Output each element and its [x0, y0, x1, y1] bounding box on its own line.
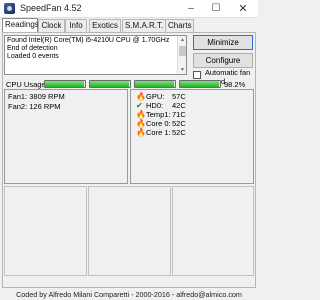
title-bar: SpeedFan 4.52 – ☐ ✕: [0, 0, 258, 18]
minimize-button[interactable]: Minimize: [193, 35, 253, 50]
check-icon: ✔: [136, 101, 143, 110]
empty-panel: [88, 186, 171, 276]
tab-clock[interactable]: Clock: [38, 19, 65, 33]
cpu-core-fill: [90, 81, 130, 87]
tab-readings[interactable]: Readings: [2, 18, 39, 33]
tab-charts[interactable]: Charts: [165, 19, 194, 33]
window-close-button[interactable]: ✕: [232, 0, 254, 18]
sensor-name: GPU:: [146, 92, 165, 101]
cpu-core-fill: [45, 81, 85, 87]
flame-icon: 🔥: [136, 110, 146, 119]
tab-strip: Readings Clock Info Exotics S.M.A.R.T. C…: [2, 18, 256, 33]
tab-smart[interactable]: S.M.A.R.T.: [122, 19, 166, 33]
sensor-name: Core 1:: [146, 128, 171, 137]
cpu-core-bar: [44, 80, 86, 88]
flame-icon: 🔥: [136, 119, 146, 128]
sensor-value: 42C: [172, 101, 186, 110]
fan-reading: Fan2: 126 RPM: [8, 102, 61, 111]
cpu-core-fill: [135, 81, 175, 87]
tab-exotics[interactable]: Exotics: [89, 19, 121, 33]
sensor-value: 71C: [172, 110, 186, 119]
speedfan-app-icon: [4, 3, 15, 14]
sensor-value: 57C: [172, 92, 186, 101]
temperatures-panel: 🔥 GPU: 57C ✔ HD0: 42C 🔥 Temp1: 71C 🔥 Cor…: [130, 89, 254, 184]
log-line: Loaded 0 events: [7, 53, 59, 61]
flame-icon: 🔥: [136, 92, 146, 101]
sensor-name: Temp1:: [146, 110, 171, 119]
tab-info[interactable]: Info: [65, 19, 87, 33]
empty-panel: [4, 186, 87, 276]
flame-icon: 🔥: [136, 128, 146, 137]
log-line: Found Intel(R) Core(TM) i5-4210U CPU @ 1…: [7, 37, 170, 44]
fans-panel: Fan1: 3809 RPM Fan2: 126 RPM: [4, 89, 128, 184]
log-line: End of detection: [7, 45, 58, 53]
cpu-core-bar: [179, 80, 221, 88]
sensor-name: HD0:: [146, 101, 164, 110]
detection-log[interactable]: Found Intel(R) Core(TM) i5-4210U CPU @ 1…: [4, 35, 187, 75]
window-title: SpeedFan 4.52: [20, 3, 82, 13]
scroll-down-arrow-icon[interactable]: ▼: [178, 66, 187, 74]
cpu-usage-bars: [44, 80, 222, 88]
cpu-usage-label: CPU Usage: [6, 80, 46, 89]
cpu-core-fill: [180, 81, 220, 87]
cpu-core-bar: [134, 80, 176, 88]
window-minimize-button[interactable]: –: [180, 0, 202, 18]
sensor-value: 52C: [172, 128, 186, 137]
empty-panel: [172, 186, 254, 276]
log-scrollbar[interactable]: ▲ ▼: [177, 36, 186, 74]
scroll-thumb[interactable]: [179, 46, 186, 56]
automatic-fan-speed-checkbox[interactable]: [193, 71, 201, 79]
fan-reading: Fan1: 3809 RPM: [8, 92, 65, 101]
sensor-name: Core 0:: [146, 119, 171, 128]
window-maximize-button[interactable]: ☐: [205, 0, 227, 18]
scroll-up-arrow-icon[interactable]: ▲: [178, 36, 187, 44]
configure-button[interactable]: Configure: [193, 53, 253, 68]
credits-footer: Coded by Alfredo Milani Comparetti - 200…: [16, 290, 242, 299]
cpu-usage-value: 98.2%: [224, 80, 246, 89]
sensor-value: 52C: [172, 119, 186, 128]
cpu-core-bar: [89, 80, 131, 88]
